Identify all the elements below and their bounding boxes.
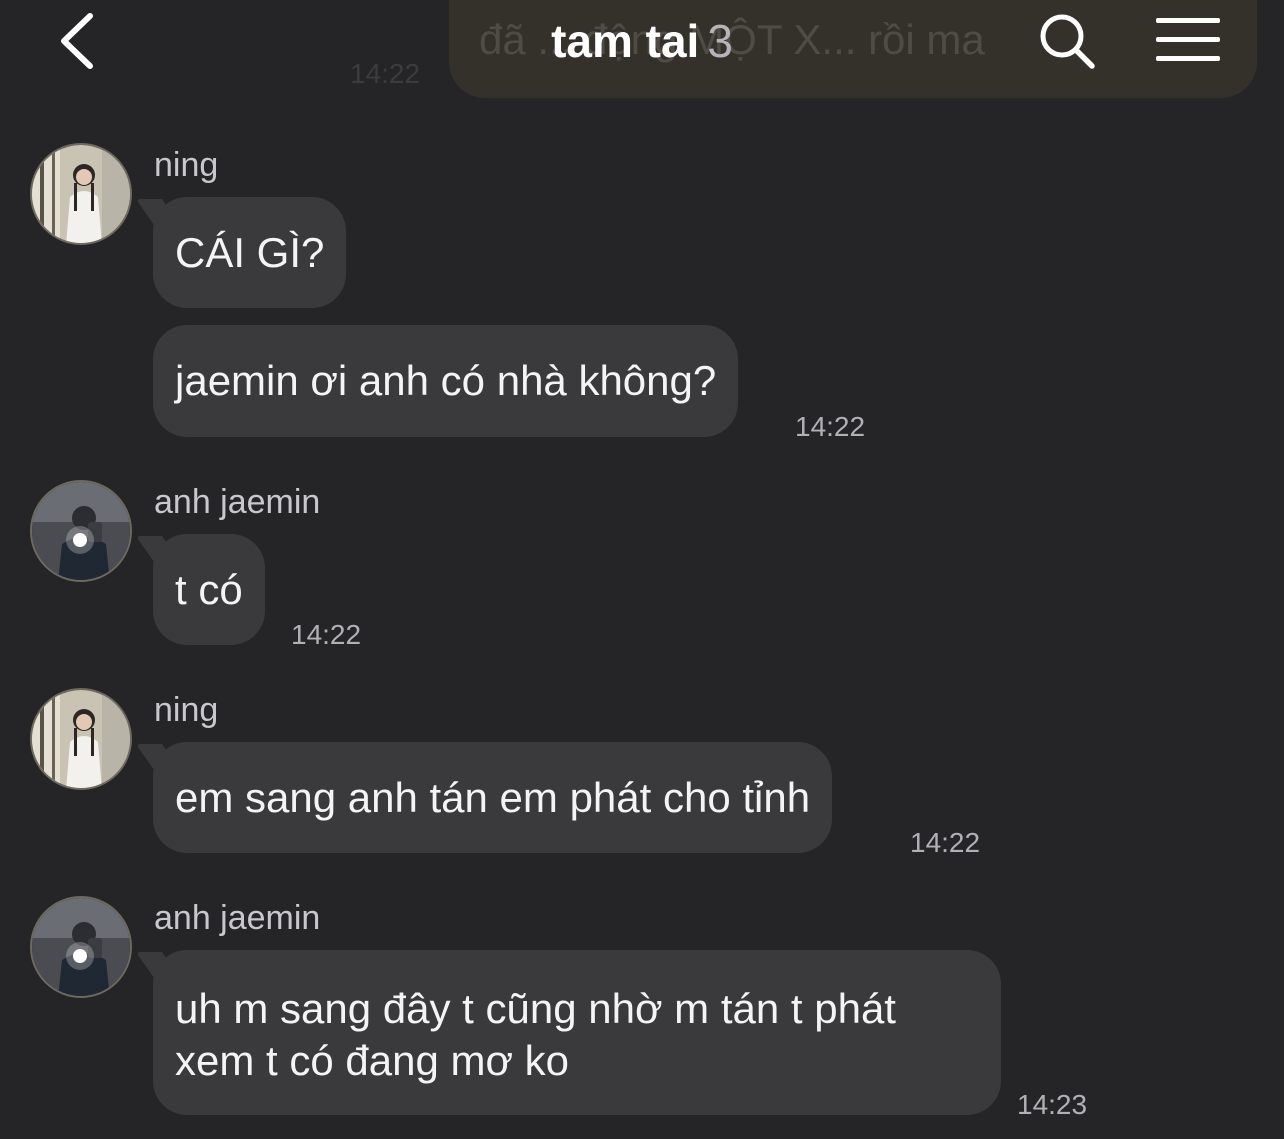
message-time: 14:22	[291, 619, 362, 650]
message-time: 14:22	[795, 411, 866, 442]
chat-screen: đã ... động MỘT X... rồi ma 14:22 tam ta…	[0, 0, 1284, 1139]
search-button[interactable]	[1038, 12, 1096, 70]
menu-icon	[1156, 18, 1220, 61]
avatar-image	[32, 690, 130, 788]
message-bubble[interactable]: uh m sang đây t cũng nhờ m tán t phát xe…	[153, 950, 1001, 1115]
message-bubble[interactable]: jaemin ơi anh có nhà không?	[153, 325, 739, 437]
outgoing-message-text: đã ... động MỘT X... rồi ma	[479, 16, 985, 63]
message-bubble[interactable]: CÁI GÌ?	[153, 197, 347, 308]
avatar-anh-jaemin[interactable]	[30, 896, 132, 998]
message-text: em sang anh tán em phát cho tỉnh	[175, 773, 811, 821]
message-bubble[interactable]: t có	[153, 534, 265, 645]
message-time: 14:22	[350, 58, 421, 89]
search-icon	[1040, 14, 1095, 69]
chevron-left-icon	[61, 13, 93, 69]
message-bubble[interactable]: em sang anh tán em phát cho tỉnh	[153, 742, 833, 853]
sender-name: ning	[154, 691, 219, 729]
avatar-ning[interactable]	[30, 688, 132, 790]
avatar-image	[32, 898, 130, 996]
message-time: 14:23	[1017, 1089, 1088, 1120]
message-text: uh m sang đây t cũng nhờ m tán t phát xe…	[175, 984, 896, 1084]
message-text: CÁI GÌ?	[175, 228, 325, 276]
back-button[interactable]	[56, 12, 100, 70]
sender-name: anh jaemin	[154, 899, 321, 937]
message-text: jaemin ơi anh có nhà không?	[175, 357, 717, 404]
sender-name: anh jaemin	[154, 483, 321, 521]
message-text: t có	[175, 565, 243, 613]
avatar-image	[32, 145, 130, 243]
outgoing-message-bubble[interactable]: đã ... động MỘT X... rồi ma	[449, 0, 1257, 98]
avatar-anh-jaemin[interactable]	[30, 480, 132, 582]
avatar-ning[interactable]	[30, 143, 132, 245]
menu-button[interactable]	[1156, 16, 1220, 64]
avatar-image	[32, 482, 130, 580]
sender-name: ning	[154, 146, 219, 184]
message-time: 14:22	[910, 827, 981, 858]
